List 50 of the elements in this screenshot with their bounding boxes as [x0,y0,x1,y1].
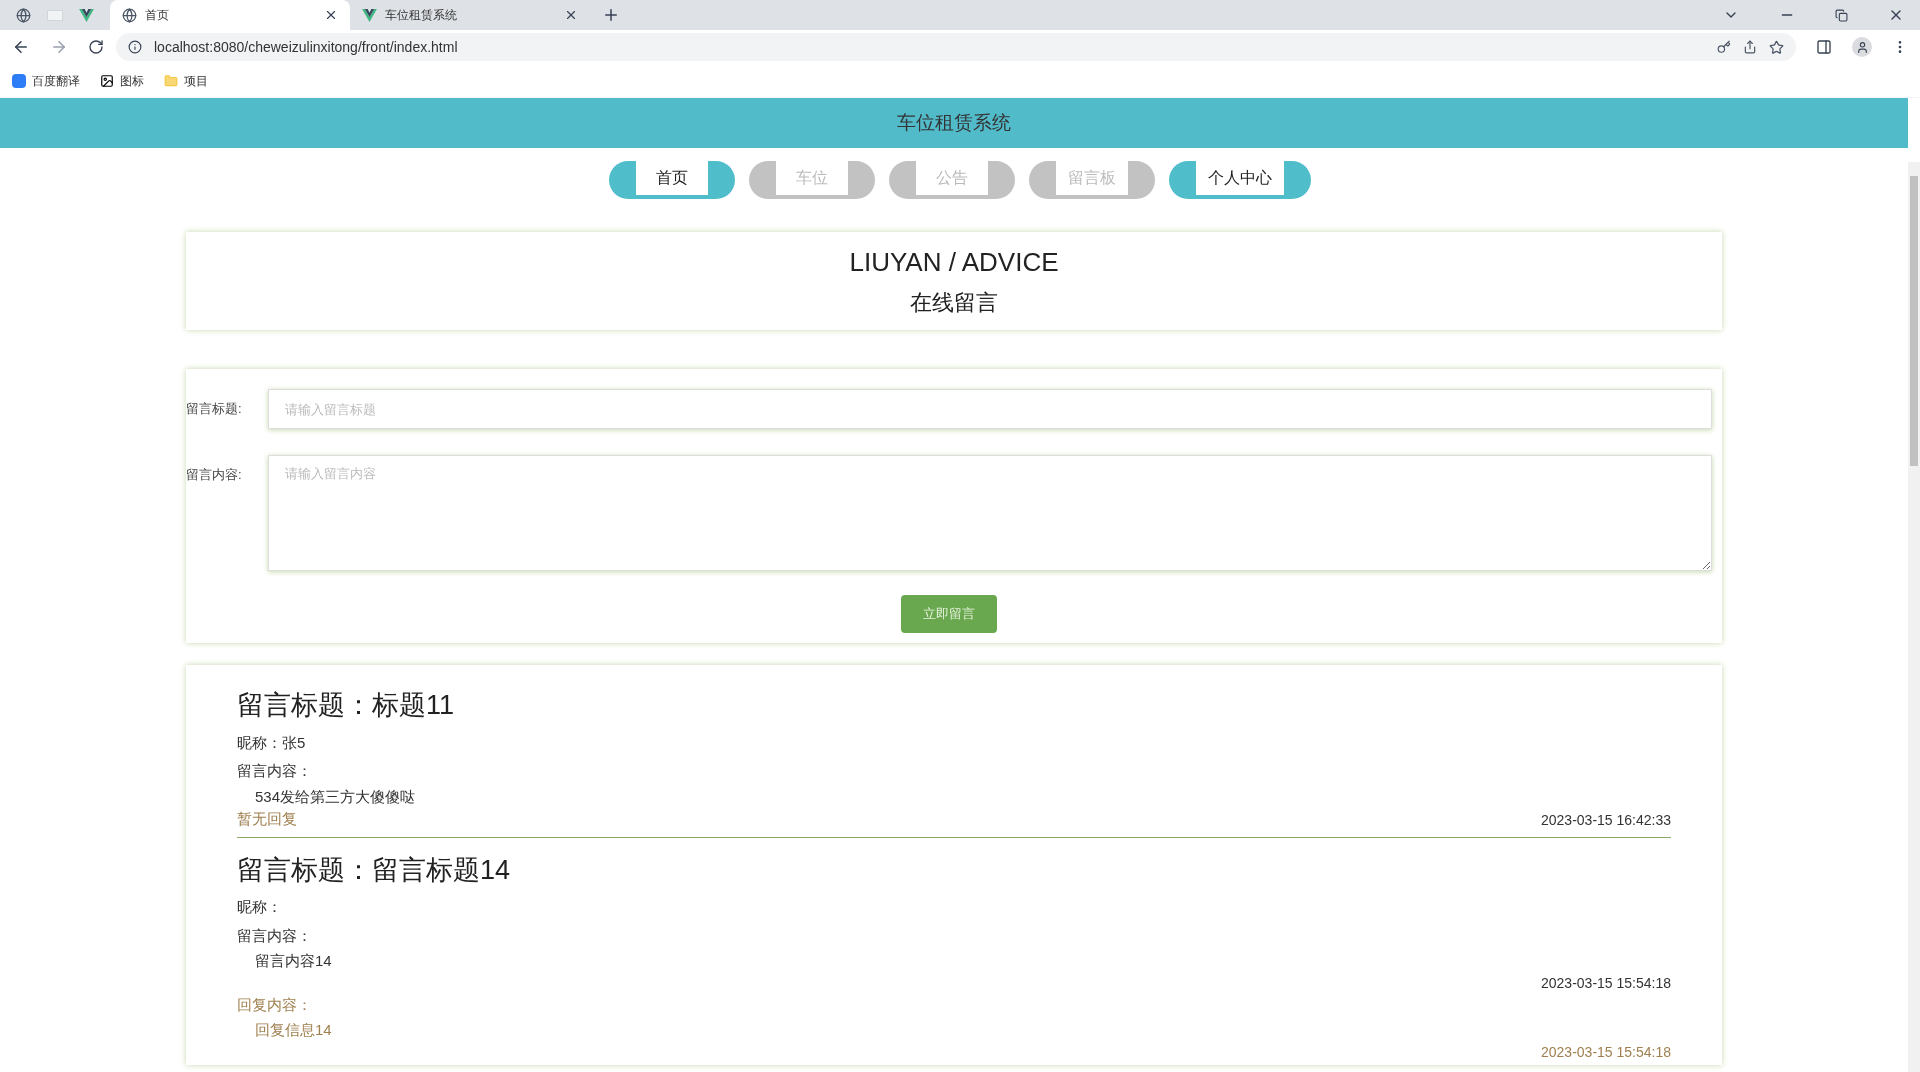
profile-icon[interactable] [1852,37,1872,57]
browser-tab[interactable]: 首页 [110,0,350,30]
url-text: localhost:8080/cheweizulinxitong/front/index.html [154,37,459,57]
content-label: 留言内容： [237,761,313,781]
message-title: 留言标题：留言标题14 [237,853,512,887]
field-label: 留言标题: [186,400,243,418]
forward-icon[interactable] [50,38,68,56]
reply-status: 暂无回复 [237,809,297,829]
folder-icon [164,73,178,88]
side-panel-icon[interactable] [1816,39,1832,55]
star-icon[interactable] [1769,39,1784,55]
new-tab-icon[interactable] [602,6,620,24]
site-title: 车位租赁系统 [897,110,1011,135]
field-label: 留言内容: [186,466,243,484]
title-input[interactable]: 请输入留言标题 [268,389,1712,429]
nav-tab[interactable]: 个人中心 [1169,161,1311,199]
share-icon[interactable] [1743,40,1757,54]
bookmark[interactable]: 百度翻译 [12,71,80,90]
tab-title: 首页 [145,7,170,24]
message-time: 2023-03-15 15:54:18 [1541,973,1671,993]
tab-title: 车位租赁系统 [385,7,458,24]
image-icon [100,73,114,88]
reply-time: 2023-03-15 15:54:18 [1541,1042,1671,1062]
key-icon[interactable] [1717,40,1731,54]
reply-content: 回复信息14 [254,1020,333,1040]
content-label: 留言内容： [237,925,313,946]
bookmark[interactable]: 项目 [164,71,208,90]
reply-label: 回复内容： [237,994,313,1015]
reload-icon[interactable] [88,39,104,55]
message-content: 534发给第三方大傻傻哒 [254,786,417,807]
v-logo-icon[interactable] [79,8,94,22]
globe-icon[interactable] [16,7,31,23]
close-icon[interactable] [324,8,338,22]
address-bar[interactable]: localhost:8080/cheweizulinxitong/front/index.html [116,33,1796,61]
bookmark[interactable]: 图标 [100,71,144,90]
close-icon[interactable] [564,8,578,22]
restore-icon[interactable] [1835,8,1848,22]
banner-title: LIUYAN / ADVICE [849,246,1059,279]
v-logo-icon [362,8,377,22]
message-content: 留言内容14 [254,951,333,971]
nav-tab[interactable]: 首页 [609,161,735,199]
nickname: 昵称：张5 [237,732,307,753]
banner-subtitle: 在线留言 [910,289,998,317]
message-title: 留言标题：标题11 [237,689,456,722]
back-icon[interactable] [12,38,30,56]
content-textarea[interactable]: 请输入留言内容 [268,455,1712,571]
info-icon [128,40,142,54]
nickname: 昵称： [237,897,283,917]
message-time: 2023-03-15 16:42:33 [1541,810,1671,830]
globe-icon [122,7,137,23]
